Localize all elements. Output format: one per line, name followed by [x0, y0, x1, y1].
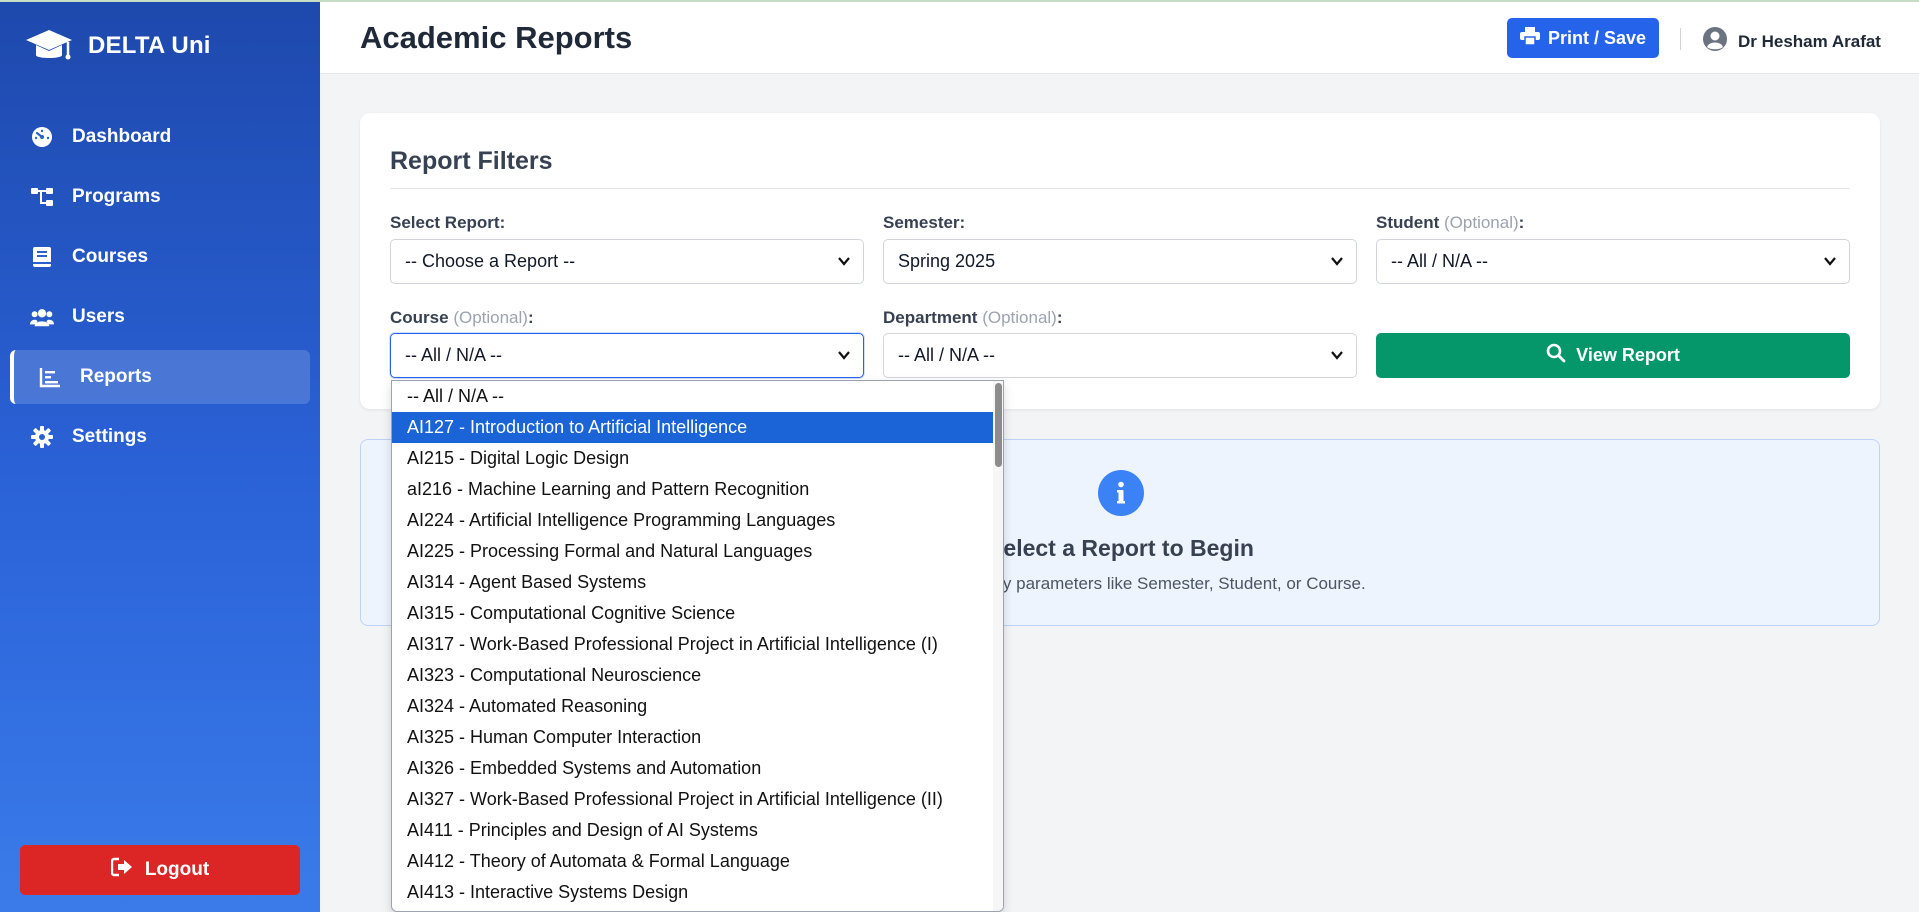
logout-button[interactable]: Logout — [20, 845, 300, 895]
sidebar-item-reports[interactable]: Reports — [10, 350, 310, 404]
chevron-down-icon — [1331, 257, 1343, 266]
label-colon: : — [1518, 213, 1525, 232]
semester-label-text: Semester: — [883, 213, 966, 232]
search-icon — [1546, 343, 1566, 368]
scrollbar-thumb[interactable] — [995, 383, 1002, 467]
sidebar: DELTA Uni Dashboard Programs Courses Use… — [0, 0, 320, 912]
optional-hint: (Optional) — [1444, 213, 1519, 232]
sidebar-item-label: Settings — [72, 426, 147, 447]
user-name: Dr Hesham Arafat — [1738, 31, 1881, 51]
report-select-value: -- Choose a Report -- — [405, 251, 576, 271]
report-label-text: Select Report: — [390, 213, 506, 232]
sidebar-item-programs[interactable]: Programs — [10, 170, 310, 224]
brand[interactable]: DELTA Uni — [24, 26, 211, 66]
sidebar-item-courses[interactable]: Courses — [10, 230, 310, 284]
course-option[interactable]: AI224 - Artificial Intelligence Programm… — [392, 505, 993, 536]
header-divider — [1680, 28, 1681, 50]
brand-name: DELTA Uni — [88, 32, 211, 59]
filters-title: Report Filters — [390, 147, 553, 175]
student-label: Student (Optional): — [1376, 213, 1524, 233]
chevron-down-icon — [838, 257, 850, 266]
course-option[interactable]: AI412 - Theory of Automata & Formal Lang… — [392, 846, 993, 877]
report-label: Select Report: — [390, 213, 505, 233]
optional-hint: (Optional) — [982, 308, 1057, 327]
course-option[interactable]: AI413 - Interactive Systems Design — [392, 877, 993, 908]
chevron-down-icon — [838, 351, 850, 360]
users-icon — [30, 305, 54, 329]
view-report-button[interactable]: View Report — [1376, 333, 1850, 378]
print-save-button[interactable]: Print / Save — [1507, 18, 1659, 58]
department-select-value: -- All / N/A -- — [898, 345, 996, 365]
logout-label: Logout — [144, 859, 210, 880]
course-label-text: Course — [390, 308, 449, 327]
course-option[interactable]: -- All / N/A -- — [392, 381, 993, 412]
course-select-value: -- All / N/A -- — [405, 345, 503, 365]
user-circle-icon — [1702, 26, 1728, 57]
dropdown-scrollbar[interactable] — [993, 381, 1003, 911]
course-option[interactable]: AI327 - Work-Based Professional Project … — [392, 784, 993, 815]
course-label: Course (Optional): — [390, 308, 534, 328]
sidebar-item-label: Dashboard — [72, 126, 172, 147]
sidebar-item-dashboard[interactable]: Dashboard — [10, 110, 310, 164]
sidebar-item-settings[interactable]: Settings — [10, 410, 310, 464]
course-option[interactable]: AI411 - Principles and Design of AI Syst… — [392, 815, 993, 846]
course-option[interactable]: aI216 - Machine Learning and Pattern Rec… — [392, 474, 993, 505]
course-option[interactable]: AI325 - Human Computer Interaction — [392, 722, 993, 753]
user-menu[interactable]: Dr Hesham Arafat — [1702, 26, 1881, 57]
printer-icon — [1519, 26, 1540, 50]
book-icon — [30, 245, 54, 269]
sidebar-nav: Dashboard Programs Courses Users Reports — [10, 110, 310, 470]
sidebar-item-label: Reports — [80, 366, 152, 387]
department-label: Department (Optional): — [883, 308, 1063, 328]
label-colon: : — [527, 308, 534, 327]
department-select[interactable]: -- All / N/A -- — [883, 333, 1357, 378]
course-select[interactable]: -- All / N/A -- — [390, 333, 864, 378]
filters-divider — [390, 188, 1850, 189]
course-option[interactable]: AI317 - Work-Based Professional Project … — [392, 629, 993, 660]
view-report-label: View Report — [1576, 345, 1680, 365]
optional-hint: (Optional) — [453, 308, 528, 327]
sidebar-item-label: Programs — [72, 186, 161, 207]
page-title: Academic Reports — [360, 20, 633, 55]
semester-label: Semester: — [883, 213, 965, 233]
course-option[interactable]: AI324 - Automated Reasoning — [392, 691, 993, 722]
report-select[interactable]: -- Choose a Report -- — [390, 239, 864, 284]
sidebar-item-label: Courses — [72, 246, 149, 267]
chevron-down-icon — [1331, 351, 1343, 360]
gauge-icon — [30, 125, 54, 149]
course-option[interactable]: AI215 - Digital Logic Design — [392, 443, 993, 474]
report-filters-card: Report Filters Select Report: -- Choose … — [360, 113, 1880, 409]
sitemap-icon — [30, 185, 54, 209]
chart-line-icon — [38, 365, 62, 389]
course-option[interactable]: AI326 - Embedded Systems and Automation — [392, 753, 993, 784]
graduation-cap-icon — [24, 26, 74, 66]
course-option[interactable]: AI315 - Computational Cognitive Science — [392, 598, 993, 629]
course-option[interactable]: AI314 - Agent Based Systems — [392, 567, 993, 598]
print-save-label: Print / Save — [1547, 27, 1647, 48]
sidebar-item-label: Users — [72, 306, 125, 327]
course-options: -- All / N/A -- AI127 - Introduction to A… — [392, 381, 1003, 908]
top-header: Academic Reports Print / Save Dr Hesham … — [320, 2, 1919, 74]
sidebar-item-users[interactable]: Users — [10, 290, 310, 344]
student-select[interactable]: -- All / N/A -- — [1376, 239, 1850, 284]
course-dropdown-list[interactable]: -- All / N/A -- AI127 - Introduction to A… — [391, 380, 1004, 912]
semester-select[interactable]: Spring 2025 — [883, 239, 1357, 284]
student-select-value: -- All / N/A -- — [1391, 251, 1489, 271]
student-label-text: Student — [1376, 213, 1440, 232]
semester-select-value: Spring 2025 — [898, 251, 996, 271]
department-label-text: Department — [883, 308, 978, 327]
course-option[interactable]: AI323 - Computational Neuroscience — [392, 660, 993, 691]
gear-icon — [30, 425, 54, 449]
course-option[interactable]: AI127 - Introduction to Artificial Intel… — [392, 412, 993, 443]
label-colon: : — [1056, 308, 1063, 327]
info-icon — [1098, 470, 1144, 516]
sign-out-icon — [110, 857, 133, 883]
chevron-down-icon — [1824, 257, 1836, 266]
top-border — [0, 0, 1919, 2]
course-option[interactable]: AI225 - Processing Formal and Natural La… — [392, 536, 993, 567]
